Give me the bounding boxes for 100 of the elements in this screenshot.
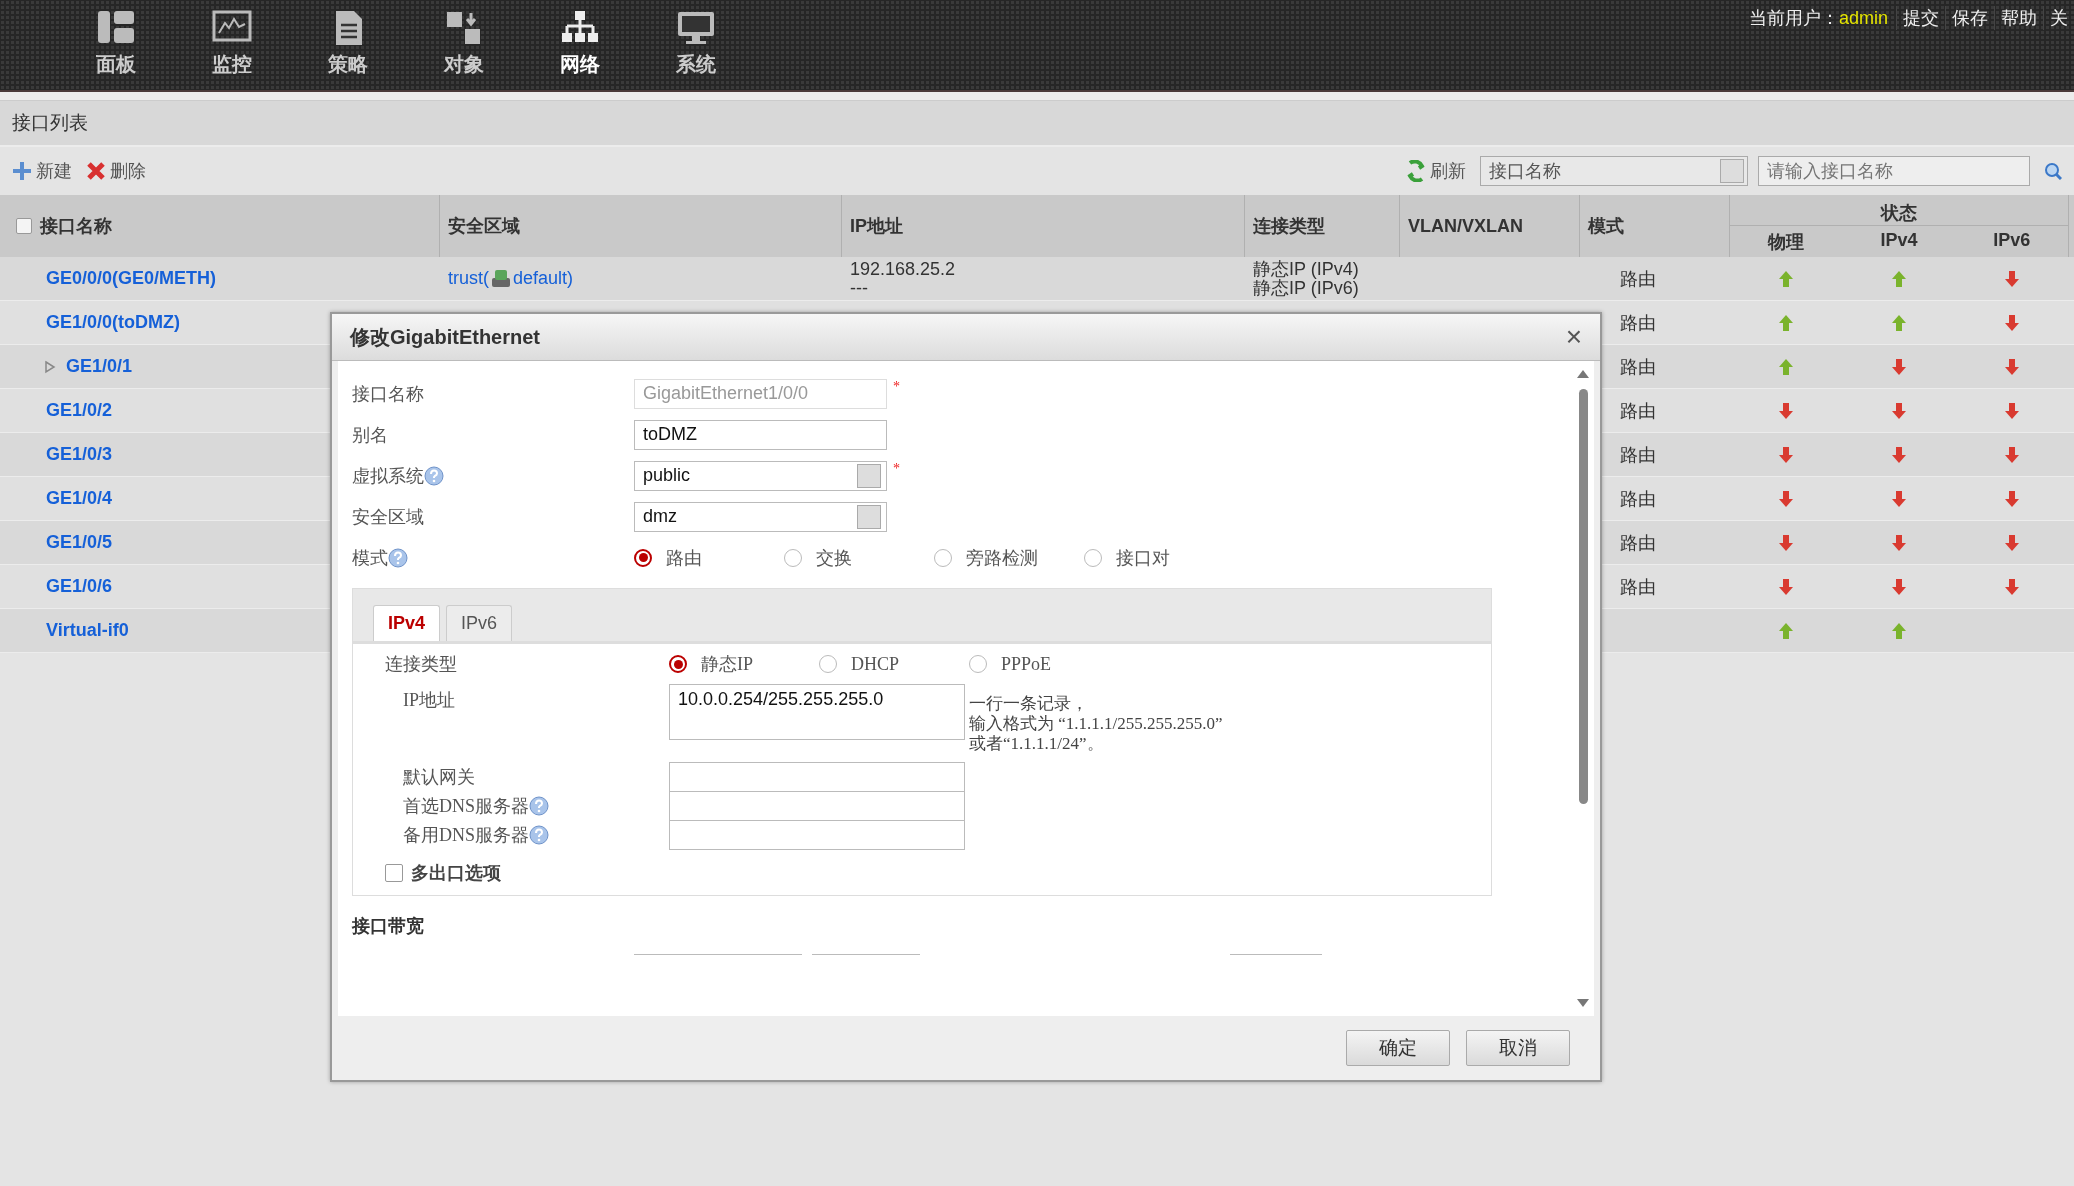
- cancel-button[interactable]: 取消: [1466, 1030, 1570, 1066]
- column-header: 安全区域: [448, 215, 520, 238]
- nav-tab[interactable]: 监控: [174, 0, 290, 86]
- connection-type: 静态IP (IPv6): [1253, 278, 1359, 298]
- hint-text: 或者“1.1.1.1/24”。: [969, 734, 1105, 754]
- zone-link[interactable]: default): [513, 268, 574, 289]
- field-label: 安全区域: [352, 505, 424, 529]
- dialog-title: 修改GigabitEthernet: [350, 324, 540, 350]
- input-field[interactable]: [669, 761, 965, 792]
- section-title: 接口带宽: [352, 915, 425, 938]
- hint-text: 一行一条记录，: [969, 694, 1089, 714]
- nav-tab[interactable]: 面板: [58, 0, 174, 86]
- help-icon[interactable]: [529, 824, 549, 845]
- select-all-checkbox[interactable]: [16, 218, 32, 234]
- device-icon: [491, 268, 511, 289]
- nav-tab[interactable]: 对象: [406, 0, 522, 86]
- expand-icon[interactable]: [44, 359, 56, 374]
- field-label: IP地址: [403, 689, 455, 712]
- help-icon[interactable]: [388, 547, 408, 568]
- filter-select[interactable]: 接口名称: [1480, 156, 1748, 186]
- scroll-down-icon[interactable]: [1576, 998, 1590, 1008]
- column-header: IPv4: [1879, 229, 1919, 252]
- tab[interactable]: IPv4: [373, 605, 441, 641]
- multi-exit-checkbox[interactable]: 多出口选项: [385, 861, 501, 885]
- column-header: IP地址: [850, 215, 903, 238]
- interface-link[interactable]: GE1/0/1: [66, 356, 133, 377]
- column-header: 状态: [1881, 202, 1917, 225]
- input-field[interactable]: [669, 819, 965, 850]
- close-button[interactable]: ×: [1565, 321, 1582, 353]
- mode-cell-text: 路由: [1620, 575, 1656, 599]
- radio-option[interactable]: 静态IP: [669, 652, 819, 676]
- mode-cell-text: 路由: [1620, 311, 1656, 335]
- refresh-icon[interactable]: [1406, 160, 1426, 182]
- header-link[interactable]: 提交: [1896, 6, 1945, 30]
- field-label: 默认网关: [403, 765, 475, 789]
- user-label: 当前用户：: [1748, 7, 1839, 30]
- select-field[interactable]: public: [634, 460, 887, 491]
- select-field[interactable]: dmz: [634, 501, 887, 532]
- field-label: 虚拟系统: [352, 464, 424, 488]
- connection-type: 静态IP (IPv4): [1253, 259, 1359, 279]
- nav-tab[interactable]: 系统: [638, 0, 754, 86]
- interface-link[interactable]: GE1/0/5: [46, 532, 113, 553]
- interface-link[interactable]: GE1/0/0(toDMZ): [46, 312, 180, 333]
- help-icon[interactable]: [424, 465, 444, 486]
- zone-link[interactable]: trust(: [448, 268, 489, 289]
- radio-option[interactable]: PPPoE: [969, 653, 1119, 675]
- nav-tab[interactable]: 策略: [290, 0, 406, 86]
- mode-cell-text: 路由: [1620, 267, 1656, 291]
- refresh-button[interactable]: 刷新: [1406, 159, 1466, 183]
- search-field[interactable]: 请输入接口名称: [1758, 156, 2030, 186]
- interface-link[interactable]: GE0/0/0(GE0/METH): [46, 268, 217, 289]
- delete-button[interactable]: 删除: [86, 159, 146, 183]
- header-link[interactable]: 关: [2043, 6, 2074, 30]
- radio-option[interactable]: 交换: [784, 545, 934, 570]
- scroll-up-icon[interactable]: [1576, 369, 1590, 379]
- ip-address: ---: [850, 278, 869, 298]
- new-button[interactable]: 新建: [12, 159, 72, 183]
- mode-cell-text: 路由: [1620, 531, 1656, 555]
- ip-address: 192.168.25.2: [850, 259, 956, 279]
- radio-option[interactable]: DHCP: [819, 653, 969, 675]
- radio-option[interactable]: 接口对: [1084, 545, 1234, 570]
- search-icon[interactable]: [2044, 162, 2062, 180]
- radio-option[interactable]: 旁路检测: [934, 545, 1084, 570]
- radio-option[interactable]: 路由: [634, 545, 784, 570]
- input-field[interactable]: toDMZ: [634, 419, 887, 450]
- field-label: 别名: [352, 423, 388, 447]
- header-link[interactable]: 保存: [1945, 6, 1994, 30]
- panel-title: 接口列表: [12, 111, 88, 135]
- column-header: VLAN/VXLAN: [1408, 215, 1523, 237]
- interface-link[interactable]: GE1/0/6: [46, 576, 113, 597]
- plus-icon[interactable]: [12, 161, 32, 181]
- ip-address-field[interactable]: 10.0.0.254/255.255.255.0: [669, 684, 965, 740]
- interface-link[interactable]: Virtual-if0: [46, 620, 129, 641]
- field-label: 首选DNS服务器: [403, 794, 529, 818]
- interface-link[interactable]: GE1/0/3: [46, 444, 113, 465]
- required-mark: *: [893, 461, 900, 477]
- interface-link[interactable]: GE1/0/4: [46, 488, 113, 509]
- mode-cell-text: 路由: [1620, 399, 1656, 423]
- help-icon[interactable]: [529, 795, 549, 816]
- header-link[interactable]: 帮助: [1994, 6, 2043, 30]
- nav-tab[interactable]: 网络: [522, 0, 638, 86]
- input-field[interactable]: [669, 790, 965, 821]
- column-header: 物理: [1766, 231, 1806, 254]
- column-header: 接口名称: [40, 215, 112, 238]
- column-header: IPv6: [1992, 229, 2032, 252]
- hint-text: 输入格式为 “1.1.1.1/255.255.255.0”: [969, 714, 1223, 734]
- mode-cell-text: 路由: [1620, 443, 1656, 467]
- field-label: 备用DNS服务器: [403, 823, 529, 847]
- tab[interactable]: IPv6: [446, 605, 513, 641]
- required-mark: *: [893, 379, 900, 395]
- field-label: 模式: [352, 546, 388, 570]
- user-name: admin: [1838, 7, 1888, 29]
- cross-icon[interactable]: [86, 161, 106, 181]
- mode-cell-text: 路由: [1620, 487, 1656, 511]
- column-header: 连接类型: [1253, 215, 1325, 238]
- field-label: 接口名称: [352, 382, 424, 406]
- field-label: 连接类型: [385, 653, 457, 676]
- confirm-button[interactable]: 确定: [1346, 1030, 1450, 1066]
- interface-link[interactable]: GE1/0/2: [46, 400, 113, 421]
- column-header: 模式: [1588, 215, 1624, 238]
